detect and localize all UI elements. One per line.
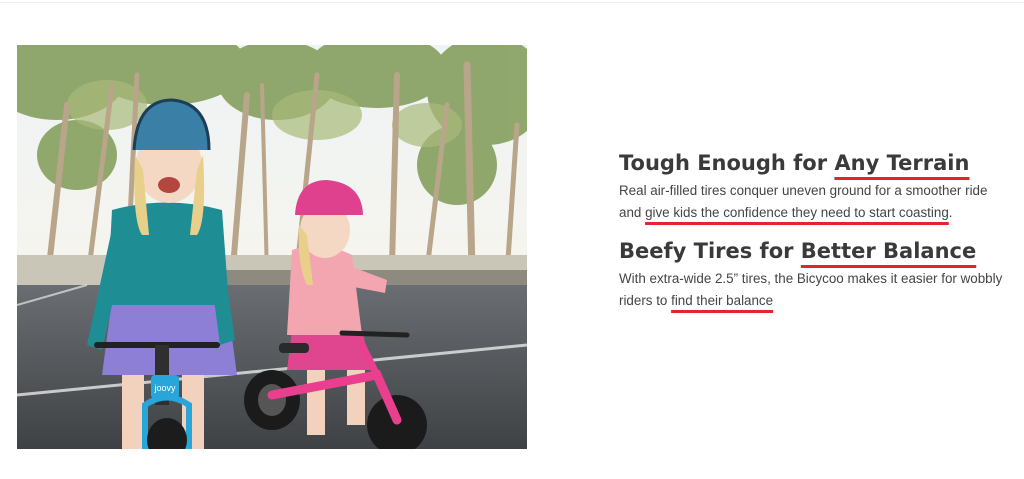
feature-list: Tough Enough for Any Terrain Real air-fi… bbox=[619, 146, 1011, 312]
top-divider bbox=[0, 2, 1024, 3]
feature-description: With extra-wide 2.5” tires, the Bicycoo … bbox=[619, 268, 1011, 312]
feature-heading: Tough Enough for Any Terrain bbox=[619, 146, 1011, 180]
feature-terrain: Tough Enough for Any Terrain Real air-fi… bbox=[619, 146, 1011, 224]
kids-on-balance-bikes-photo: joovy bbox=[17, 45, 527, 449]
heading-text: Beefy Tires for bbox=[619, 239, 801, 263]
feature-heading: Beefy Tires for Better Balance bbox=[619, 234, 1011, 268]
feature-balance: Beefy Tires for Better Balance With extr… bbox=[619, 234, 1011, 312]
heading-highlight: Any Terrain bbox=[834, 151, 970, 175]
bike-logo-text: joovy bbox=[153, 383, 176, 393]
body-highlight: give kids the confidence they need to st… bbox=[645, 205, 949, 220]
body-text-end: . bbox=[948, 205, 953, 220]
feature-description: Real air-filled tires conquer uneven gro… bbox=[619, 180, 1011, 224]
body-highlight: find their balance bbox=[671, 293, 774, 308]
heading-highlight: Better Balance bbox=[800, 239, 977, 263]
heading-text: Tough Enough for bbox=[619, 151, 835, 175]
